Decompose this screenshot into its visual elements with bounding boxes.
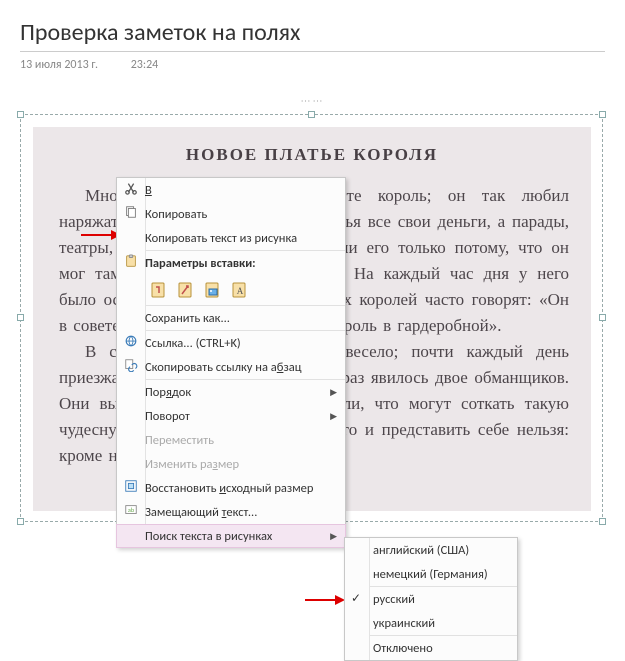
title-divider xyxy=(20,51,605,52)
chevron-right-icon: ▶ xyxy=(323,387,337,398)
page-date: 13 июля 2013 г. xyxy=(20,58,98,72)
scissors-icon xyxy=(124,181,138,199)
page-time: 23:24 xyxy=(131,58,159,72)
alt-text-icon: ab xyxy=(124,503,138,521)
ocr-language-submenu: английский (США) немецкий (Германия) ✓ р… xyxy=(344,537,518,661)
annotation-arrow-2 xyxy=(305,592,345,608)
menu-ocr-language[interactable]: Поиск текста в рисунках ▶ xyxy=(116,524,346,548)
resize-handle-nw[interactable] xyxy=(17,111,24,118)
paste-options-row: A xyxy=(117,275,345,305)
submenu-lang-ru[interactable]: ✓ русский xyxy=(345,587,517,611)
note-canvas[interactable]: ⋯⋯ НОВОЕ ПЛАТЬЕ КОРОЛЯ Много лет назад ж… xyxy=(20,96,605,601)
resize-handle-e[interactable] xyxy=(599,314,606,321)
paragraph-link-icon xyxy=(124,358,138,376)
paste-merge-button[interactable] xyxy=(174,279,197,302)
resize-handle-se[interactable] xyxy=(599,518,606,525)
paste-text-only-button[interactable]: A xyxy=(228,279,251,302)
resize-handle-n[interactable] xyxy=(308,111,315,118)
menu-save-as[interactable]: Сохранить как... xyxy=(117,306,345,330)
submenu-lang-off[interactable]: Отключено xyxy=(345,636,517,660)
menu-restore-original-size[interactable]: Восстановить исходный размер xyxy=(117,476,345,500)
image-selection-box[interactable]: НОВОЕ ПЛАТЬЕ КОРОЛЯ Много лет назад жил … xyxy=(20,114,603,522)
submenu-lang-uk[interactable]: украинский xyxy=(345,611,517,635)
paste-keep-formatting-button[interactable] xyxy=(147,279,170,302)
image-heading: НОВОЕ ПЛАТЬЕ КОРОЛЯ xyxy=(33,145,591,165)
annotation-arrow-1 xyxy=(81,227,121,243)
copy-icon xyxy=(124,205,138,223)
restore-size-icon xyxy=(124,479,138,497)
resize-handle-ne[interactable] xyxy=(599,111,606,118)
menu-paste-options-header: Параметры вставки: xyxy=(117,251,345,275)
paste-merge-icon xyxy=(177,281,195,299)
paste-keep-formatting-icon xyxy=(150,281,168,299)
clipboard-icon xyxy=(124,254,138,272)
menu-insert-link[interactable]: Ссылка... (CTRL+K) xyxy=(117,331,345,355)
menu-rotate[interactable]: Поворот ▶ xyxy=(117,404,345,428)
menu-copy-text-from-image[interactable]: Копировать текст из рисунка xyxy=(117,226,345,250)
paste-picture-button[interactable] xyxy=(201,279,224,302)
svg-text:A: A xyxy=(236,286,243,296)
svg-text:ab: ab xyxy=(128,506,134,514)
image-context-menu: В cut Копировать Копировать текст из рис… xyxy=(116,177,346,548)
container-drag-handle[interactable]: ⋯⋯ xyxy=(20,94,605,104)
page-meta: 13 июля 2013 г. 23:24 xyxy=(20,58,605,72)
menu-cut[interactable]: В cut xyxy=(117,178,345,202)
chevron-right-icon: ▶ xyxy=(323,411,337,422)
page-title[interactable]: Проверка заметок на полях xyxy=(20,18,605,47)
menu-alt-text[interactable]: ab Замещающий текст... xyxy=(117,500,345,524)
menu-copy-link-to-paragraph[interactable]: Скопировать ссылку на абзац xyxy=(117,355,345,379)
resize-handle-sw[interactable] xyxy=(17,518,24,525)
check-icon: ✓ xyxy=(351,591,361,606)
menu-move: Переместить xyxy=(117,428,345,452)
submenu-lang-en[interactable]: английский (США) xyxy=(345,538,517,562)
menu-copy[interactable]: Копировать xyxy=(117,202,345,226)
paste-text-only-icon: A xyxy=(231,281,249,299)
submenu-lang-de[interactable]: немецкий (Германия) xyxy=(345,562,517,586)
link-icon xyxy=(124,334,138,352)
paste-picture-icon xyxy=(204,281,222,299)
resize-handle-w[interactable] xyxy=(17,314,24,321)
menu-order[interactable]: Порядок ▶ xyxy=(117,380,345,404)
chevron-right-icon: ▶ xyxy=(323,531,337,542)
menu-resize: Изменить размер xyxy=(117,452,345,476)
